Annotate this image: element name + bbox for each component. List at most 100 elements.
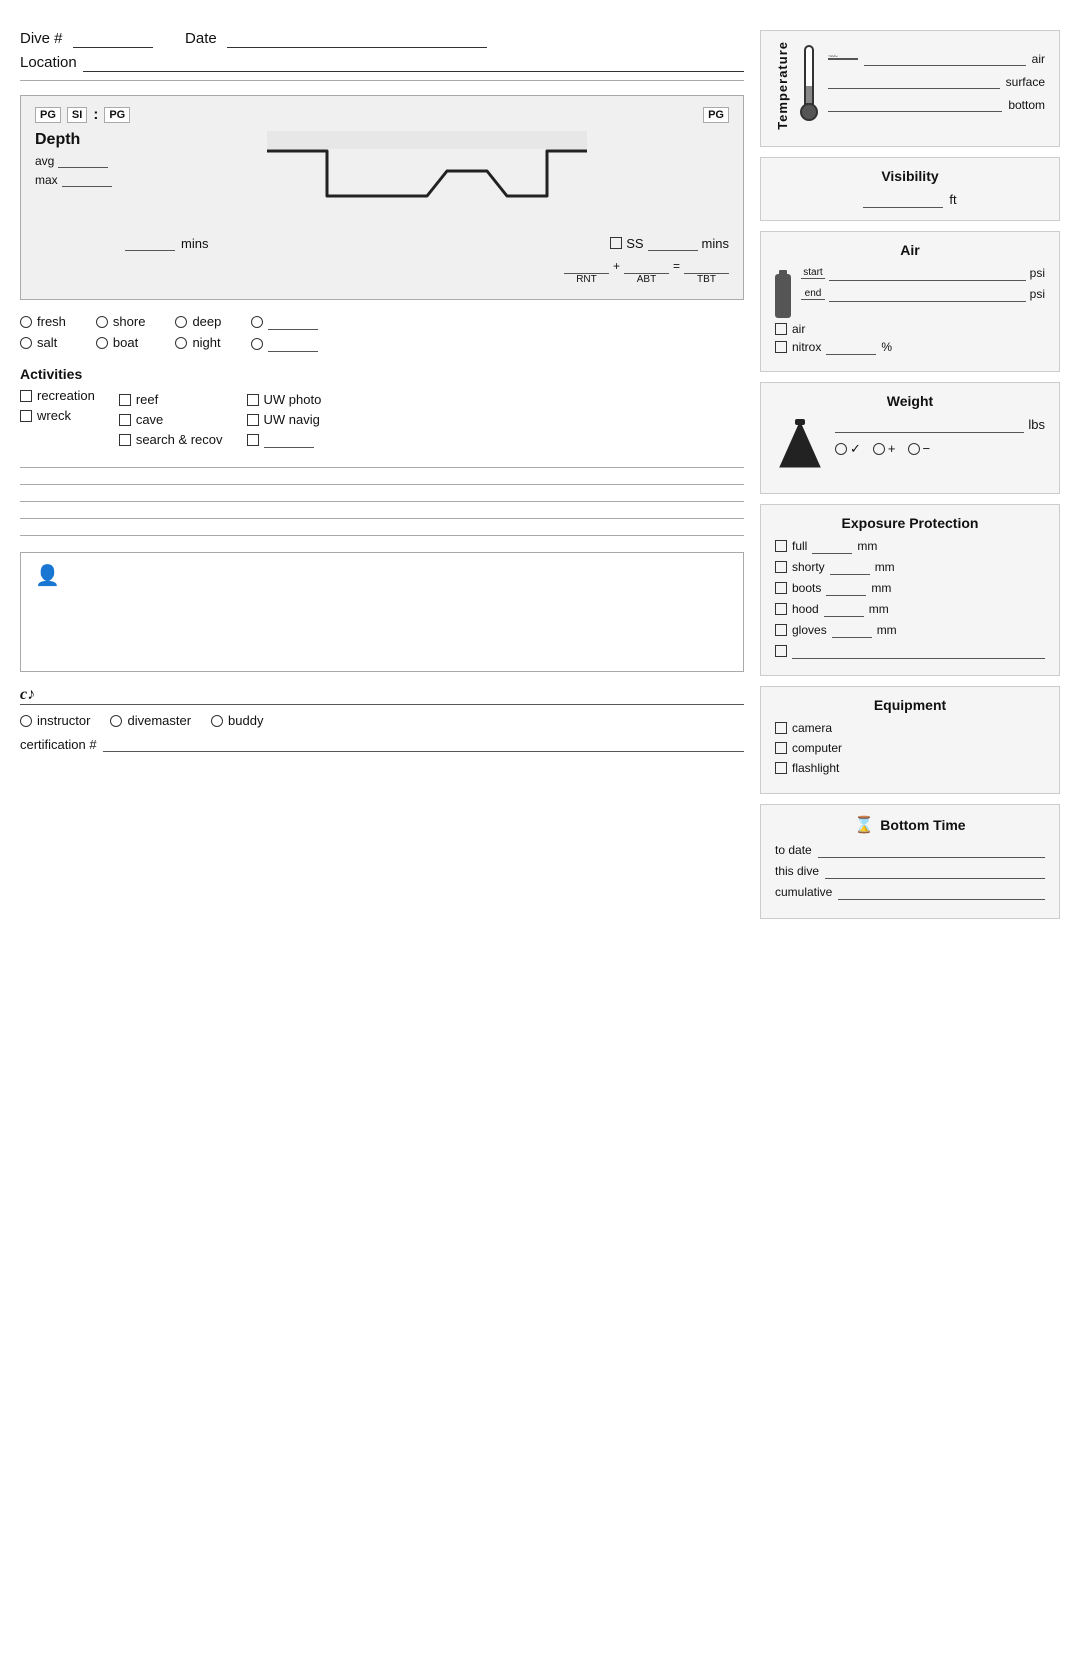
search-checkbox[interactable]: [119, 434, 131, 446]
instructor-option[interactable]: instructor: [20, 713, 90, 728]
instructor-radio[interactable]: [20, 715, 32, 727]
cert-field[interactable]: [103, 736, 744, 752]
weight-minus-radio[interactable]: [908, 443, 920, 455]
shore-radio[interactable]: [96, 316, 108, 328]
exposure-gloves-row[interactable]: gloves mm: [775, 623, 1045, 638]
to-date-field[interactable]: [818, 843, 1045, 858]
wreck-checkbox[interactable]: [20, 410, 32, 422]
night-radio[interactable]: [175, 337, 187, 349]
gloves-mm-field[interactable]: [832, 623, 872, 638]
activity-custom[interactable]: [247, 432, 322, 448]
location-field[interactable]: [83, 54, 744, 72]
shorty-mm-field[interactable]: [830, 560, 870, 575]
activity-uwphoto[interactable]: UW photo: [247, 392, 322, 407]
exposure-full-row[interactable]: full mm: [775, 539, 1045, 554]
reef-checkbox[interactable]: [119, 394, 131, 406]
exposure-boots-row[interactable]: boots mm: [775, 581, 1045, 596]
fresh-water-option[interactable]: fresh: [20, 314, 66, 329]
surface-temp-field[interactable]: [828, 74, 1000, 89]
boat-radio[interactable]: [96, 337, 108, 349]
custom-activity-checkbox[interactable]: [247, 434, 259, 446]
tbt-field[interactable]: [684, 259, 729, 274]
gloves-checkbox[interactable]: [775, 624, 787, 636]
hood-mm-label: mm: [869, 602, 889, 616]
this-dive-field[interactable]: [825, 864, 1045, 879]
uwnavig-checkbox[interactable]: [247, 414, 259, 426]
computer-row[interactable]: computer: [775, 741, 1045, 755]
fresh-radio[interactable]: [20, 316, 32, 328]
full-mm-field[interactable]: [812, 539, 852, 554]
activity-wreck[interactable]: wreck: [20, 408, 95, 423]
divemaster-option[interactable]: divemaster: [110, 713, 191, 728]
weight-check-radio[interactable]: [835, 443, 847, 455]
shorty-checkbox[interactable]: [775, 561, 787, 573]
date-field[interactable]: [227, 30, 487, 48]
air-checkbox[interactable]: [775, 323, 787, 335]
recreation-checkbox[interactable]: [20, 390, 32, 402]
end-psi-field[interactable]: [829, 287, 1026, 302]
uwphoto-checkbox[interactable]: [247, 394, 259, 406]
weight-plus-option[interactable]: +: [873, 441, 896, 457]
boat-option[interactable]: boat: [96, 335, 146, 350]
cumulative-field[interactable]: [838, 885, 1045, 900]
buddy-radio[interactable]: [211, 715, 223, 727]
nitrox-checkbox[interactable]: [775, 341, 787, 353]
flashlight-checkbox[interactable]: [775, 762, 787, 774]
extra-radio-2[interactable]: [251, 338, 263, 350]
activity-cave[interactable]: cave: [119, 412, 223, 427]
deep-option[interactable]: deep: [175, 314, 221, 329]
boots-checkbox[interactable]: [775, 582, 787, 594]
camera-row[interactable]: camera: [775, 721, 1045, 735]
extra-option-2[interactable]: [251, 336, 318, 352]
hood-mm-field[interactable]: [824, 602, 864, 617]
nitrox-pct-field[interactable]: [826, 340, 876, 355]
custom-activity-field[interactable]: [264, 432, 314, 448]
weight-plus-radio[interactable]: [873, 443, 885, 455]
start-psi-field[interactable]: [829, 266, 1026, 281]
extra-option-1[interactable]: [251, 314, 318, 330]
weight-check-option[interactable]: ✓: [835, 441, 861, 457]
avg-field[interactable]: [58, 153, 108, 168]
rnt-field[interactable]: [564, 259, 609, 274]
exposure-shorty-row[interactable]: shorty mm: [775, 560, 1045, 575]
extra-radio-1[interactable]: [251, 316, 263, 328]
activity-uwnavig[interactable]: UW navig: [247, 412, 322, 427]
flashlight-row[interactable]: flashlight: [775, 761, 1045, 775]
ss-checkbox[interactable]: [610, 237, 622, 249]
salt-water-option[interactable]: salt: [20, 335, 66, 350]
extra-field-2[interactable]: [268, 336, 318, 352]
nitrox-type-row[interactable]: nitrox %: [775, 340, 1045, 355]
salt-radio[interactable]: [20, 337, 32, 349]
weight-minus-option[interactable]: −: [908, 441, 931, 457]
activity-reef[interactable]: reef: [119, 392, 223, 407]
full-checkbox[interactable]: [775, 540, 787, 552]
cave-checkbox[interactable]: [119, 414, 131, 426]
bottom-temp-field[interactable]: [828, 97, 1002, 112]
divemaster-radio[interactable]: [110, 715, 122, 727]
hood-checkbox[interactable]: [775, 603, 787, 615]
dive-number-field[interactable]: [73, 30, 153, 48]
abt-field[interactable]: [624, 259, 669, 274]
camera-checkbox[interactable]: [775, 722, 787, 734]
custom-exposure-checkbox[interactable]: [775, 645, 787, 657]
mins-field[interactable]: [125, 235, 175, 251]
extra-field-1[interactable]: [268, 314, 318, 330]
shore-option[interactable]: shore: [96, 314, 146, 329]
custom-exposure-field[interactable]: [792, 644, 1045, 659]
weight-field[interactable]: [835, 417, 1024, 433]
computer-checkbox[interactable]: [775, 742, 787, 754]
buddy-option[interactable]: buddy: [211, 713, 263, 728]
ss-mins-field[interactable]: [648, 235, 698, 251]
signature-box[interactable]: 👤: [20, 552, 744, 672]
deep-radio[interactable]: [175, 316, 187, 328]
exposure-custom-row[interactable]: [775, 644, 1045, 659]
activity-recreation[interactable]: recreation: [20, 388, 95, 403]
exposure-hood-row[interactable]: hood mm: [775, 602, 1045, 617]
air-temp-field[interactable]: [864, 51, 1026, 66]
max-field[interactable]: [62, 172, 112, 187]
night-option[interactable]: night: [175, 335, 221, 350]
activity-search[interactable]: search & recov: [119, 432, 223, 447]
visibility-field[interactable]: [863, 192, 943, 208]
air-type-row[interactable]: air: [775, 322, 1045, 336]
boots-mm-field[interactable]: [826, 581, 866, 596]
